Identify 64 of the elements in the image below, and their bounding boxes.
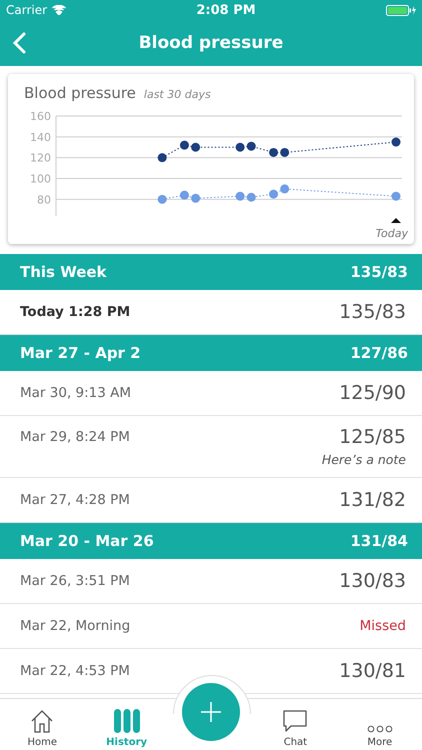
data-point (246, 192, 256, 202)
reading-value: 135/83 (339, 301, 406, 323)
wifi-icon (52, 5, 66, 15)
tab-item[interactable]: Home (0, 699, 84, 750)
chart-subtitle: last 30 days (144, 88, 211, 101)
section-average: 127/86 (350, 344, 408, 362)
reading-time: Mar 27, 4:28 PM (20, 492, 130, 508)
data-point (269, 148, 278, 157)
data-point (236, 192, 245, 201)
section-average: 135/83 (350, 263, 408, 281)
data-point (280, 184, 290, 194)
data-point (158, 153, 167, 162)
reading-time: Mar 29, 8:24 PM (20, 429, 130, 445)
data-point (191, 194, 200, 203)
axis-label: 80 (37, 193, 51, 206)
reading-row[interactable]: Mar 29, 8:24 PM 125/85 Here’s a note (0, 416, 422, 478)
today-label: Today (376, 227, 408, 240)
reading-note: Here’s a note (322, 452, 406, 467)
data-point (269, 190, 278, 199)
columns-icon (112, 708, 141, 734)
reading-time: Mar 22, Morning (20, 618, 130, 634)
reading-value: 125/90 (339, 382, 406, 404)
data-point (191, 142, 200, 152)
reading-value: 125/85 (339, 426, 406, 448)
marker-icon (391, 218, 401, 223)
plus-icon (201, 702, 222, 722)
data-point (158, 194, 167, 204)
add-button[interactable] (182, 683, 240, 741)
reading-row[interactable]: Mar 26, 3:51 PM 130/83 (0, 559, 422, 604)
section-title: This Week (20, 263, 107, 281)
clock-label: 2:08 PM (196, 2, 256, 18)
reading-value: 131/82 (339, 489, 406, 511)
reading-value: 130/81 (339, 660, 406, 682)
back-icon (12, 32, 26, 54)
page-title: Blood pressure (138, 33, 284, 53)
axis-label: 140 (30, 130, 51, 144)
data-point (236, 142, 245, 152)
more-icon (366, 724, 393, 734)
axis-label: 120 (30, 152, 51, 165)
battery-icon (386, 4, 416, 16)
axis-label: 100 (30, 172, 51, 186)
reading-time: Mar 22, 4:53 PM (20, 663, 130, 679)
reading-time: Today 1:28 PM (20, 304, 130, 320)
tab-item[interactable]: Chat (253, 699, 338, 750)
reading-time: Mar 30, 9:13 AM (20, 385, 132, 401)
section-title: Mar 27 - Apr 2 (20, 344, 141, 362)
section-average: 131/84 (350, 532, 408, 550)
reading-row[interactable]: Mar 30, 9:13 AM 125/90 (0, 371, 422, 416)
data-point (392, 138, 400, 147)
tab-item[interactable]: More (338, 699, 422, 750)
data-point (280, 148, 290, 157)
data-point (392, 192, 400, 201)
reading-row[interactable]: Mar 22, Morning Missed (0, 604, 422, 649)
reading-value: 130/83 (339, 570, 406, 592)
chat-icon (282, 708, 308, 734)
chart-title: Blood pressure (24, 84, 136, 102)
reading-time: Mar 26, 3:51 PM (20, 573, 130, 589)
data-point (246, 142, 256, 151)
carrier-label: Carrier (6, 3, 48, 17)
data-point (180, 190, 189, 200)
axis-label: 160 (30, 110, 51, 123)
missed-status: Missed (360, 618, 406, 634)
section-title: Mar 20 - Mar 26 (20, 532, 154, 550)
data-point (180, 140, 189, 150)
